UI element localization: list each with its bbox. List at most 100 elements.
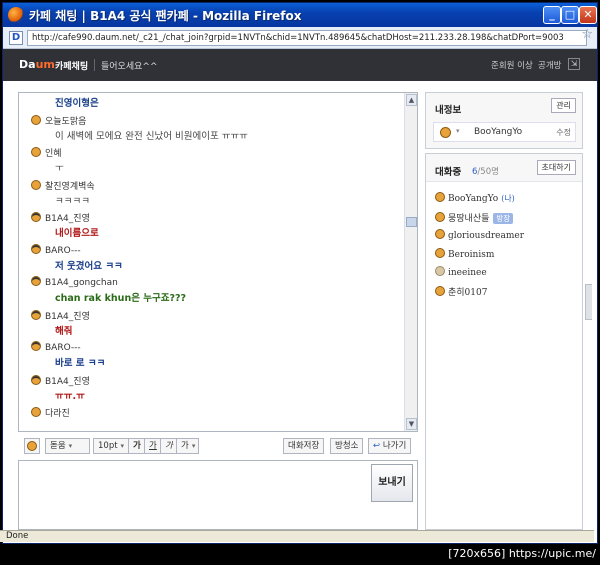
message-author[interactable]: B1A4_gongchan	[31, 276, 118, 288]
participant-item[interactable]: 춘히0107	[435, 285, 487, 298]
firefox-icon	[8, 7, 24, 23]
avatar-icon	[31, 374, 41, 385]
public-room-label: 공개방	[538, 61, 562, 71]
send-button[interactable]: 보내기	[371, 464, 413, 502]
scroll-thumb[interactable]	[406, 217, 417, 227]
participant-name: gloriousdreamer	[448, 231, 524, 241]
author-name: B1A4_진영	[45, 376, 90, 387]
participant-item[interactable]: ineeinee	[435, 266, 487, 278]
message-author[interactable]: B1A4_진영	[31, 374, 90, 387]
size-value: 10pt	[98, 441, 118, 451]
invite-button[interactable]: 초대하기	[536, 160, 576, 175]
message-author[interactable]: 다라진	[31, 406, 70, 419]
daum-logo[interactable]: Daum	[19, 58, 55, 71]
message-text: ㅋㅋㅋㅋ	[55, 195, 90, 207]
message-text: chan rak khun은 누구죠???	[55, 293, 187, 304]
logo-part-um: um	[35, 58, 55, 71]
save-chat-button[interactable]: 대화저장	[283, 438, 325, 454]
message-text: 바로 로 ㅋㅋ	[55, 358, 106, 369]
self-tag: (나)	[501, 194, 515, 203]
message-text: 이 새벽에 모에요 완전 신났어 비원에이포 ㅠㅠㅠ	[55, 130, 248, 142]
avatar-icon	[435, 211, 445, 222]
my-info-box: 내정보 관리 ▾ BooYangYo 수정	[425, 92, 583, 149]
avatar-icon	[31, 243, 41, 254]
participant-name: 춘히0107	[448, 287, 488, 298]
exit-icon: ↩	[373, 441, 381, 451]
avatar-icon	[440, 127, 451, 138]
chat-log[interactable]: 진영이형은오늘도맑음이 새벽에 모에요 완전 신났어 비원에이포 ㅠㅠㅠ 인혜 ㅜ 찰…	[18, 92, 418, 432]
font-value: 돋움	[50, 441, 66, 451]
message-text: ㅜ	[55, 163, 64, 174]
participant-name: BooYangYo	[448, 194, 499, 204]
chevron-down-icon[interactable]: ▾	[456, 127, 460, 135]
avatar-icon	[31, 341, 41, 351]
logo-part-da: Da	[19, 58, 36, 71]
side-panel-handle[interactable]	[585, 284, 592, 320]
size-select[interactable]: 10pt ▾	[93, 438, 129, 454]
scroll-down-icon[interactable]: ▼	[406, 418, 417, 430]
title-bar[interactable]: 카페 채팅 | B1A4 공식 팬카페 - Mozilla Firefox _ …	[3, 3, 597, 27]
participant-item[interactable]: 뭉땅내산들 방장	[435, 211, 514, 224]
minimize-button[interactable]: _	[543, 6, 561, 24]
message-author[interactable]: BARO---	[31, 341, 81, 353]
message-text: 해줘	[55, 325, 73, 337]
chevron-down-icon: ▾	[191, 442, 196, 450]
manage-button[interactable]: 관리	[551, 98, 576, 113]
avatar-icon	[435, 192, 445, 202]
author-name: 오늘도맑음	[45, 116, 87, 127]
participant-item[interactable]: BooYangYo (나)	[435, 192, 515, 204]
message-text: 저 웃겼어요 ㅋㅋ	[55, 260, 123, 272]
edit-link[interactable]: 수정	[556, 127, 571, 138]
color-value: 가	[181, 441, 189, 451]
avatar-icon	[31, 179, 41, 190]
site-icon: D	[9, 31, 23, 45]
chevron-down-icon: ▾	[68, 442, 73, 450]
participant-name: ineeinee	[448, 268, 487, 278]
author-name: 찰진영계벽속	[45, 181, 95, 192]
avatar-icon	[435, 247, 445, 258]
status-bar: Done	[0, 530, 594, 542]
bookmark-star-icon[interactable]: ☆	[581, 27, 593, 42]
message-author[interactable]: BARO---	[31, 243, 81, 256]
avatar-icon	[435, 266, 445, 276]
my-profile[interactable]: ▾ BooYangYo 수정	[433, 122, 576, 142]
author-name: B1A4_진영	[45, 311, 90, 322]
scroll-up-icon[interactable]: ▲	[406, 94, 417, 106]
avatar-icon	[31, 276, 41, 286]
chat-toolbar: 돋움 ▾ 10pt ▾ 가 가 가 가 ▾ 대화저장 방청소 ↩ 나가기	[18, 436, 418, 458]
chat-scrollbar[interactable]: ▲ ▼	[404, 93, 417, 431]
leave-button[interactable]: ↩ 나가기	[368, 438, 412, 454]
font-select[interactable]: 돋움 ▾	[45, 438, 90, 454]
participants-box: 대화중 6/50명 초대하기 BooYangYo (나) 뭉땅내산들 방장 glorio…	[425, 153, 583, 530]
message-author[interactable]: B1A4_진영	[31, 211, 90, 224]
participant-name: Beroinism	[448, 249, 495, 260]
image-watermark: [720x656] https://upic.me/	[448, 547, 596, 560]
avatar-icon	[31, 114, 41, 125]
author-name: 다라진	[45, 409, 70, 419]
emoticon-button[interactable]	[24, 438, 40, 454]
chat-messages: 진영이형은오늘도맑음이 새벽에 모에요 완전 신났어 비원에이포 ㅠㅠㅠ 인혜 ㅜ 찰…	[19, 93, 405, 431]
message-author[interactable]: B1A4_진영	[31, 309, 90, 322]
author-name: B1A4_진영	[45, 214, 90, 224]
chevron-down-icon: ▾	[120, 442, 125, 450]
my-nickname: BooYangYo	[474, 127, 523, 137]
room-settings-icon[interactable]: ⇲	[568, 58, 580, 70]
broadcast-button[interactable]: 방청소	[330, 438, 364, 454]
message-author[interactable]: 인혜	[31, 146, 62, 159]
participant-item[interactable]: gloriousdreamer	[435, 229, 524, 241]
address-bar: D http://cafe990.daum.net/_c21_/chat_joi…	[3, 27, 597, 49]
participant-item[interactable]: Beroinism	[435, 247, 495, 260]
text-color-select[interactable]: 가 ▾	[176, 438, 199, 454]
participant-count: 6/50명	[472, 165, 499, 177]
url-field[interactable]: http://cafe990.daum.net/_c21_/chat_join?…	[27, 30, 587, 46]
room-title: 들어오세요^^	[101, 62, 158, 72]
message-author[interactable]: 오늘도맑음	[31, 114, 86, 127]
close-button[interactable]: ✕	[579, 6, 597, 24]
maximize-button[interactable]: □	[561, 6, 579, 24]
author-name: BARO---	[45, 343, 81, 353]
my-info-title: 내정보	[435, 105, 462, 116]
message-author[interactable]: 찰진영계벽속	[31, 179, 95, 192]
window-title: 카페 채팅 | B1A4 공식 팬카페 - Mozilla Firefox	[29, 9, 302, 23]
message-input[interactable]	[18, 460, 418, 530]
message-text: 진영이형은	[55, 98, 99, 109]
